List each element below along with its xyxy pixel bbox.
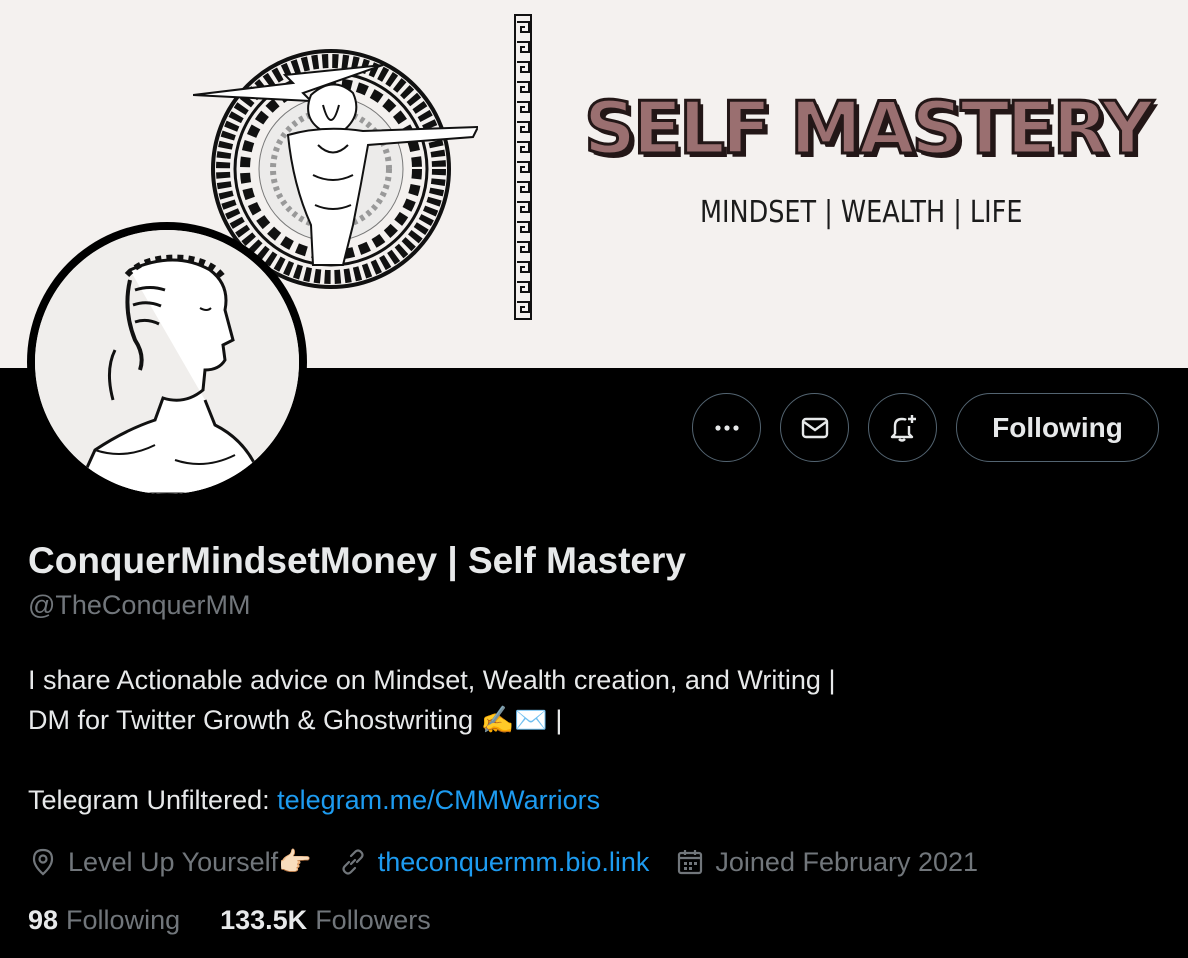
profile-meta: Level Up Yourself👉🏻 theconquermm.bio.lin… [28,842,1004,882]
calendar-icon [678,850,703,875]
bio-telegram: Telegram Unfiltered: telegram.me/CMMWarr… [28,780,1148,820]
followers-stat[interactable]: 133.5K Followers [220,905,431,936]
link-icon [342,849,364,875]
bio: I share Actionable advice on Mindset, We… [28,660,1148,820]
following-button[interactable]: Following [956,393,1159,462]
follow-stats: 98 Following 133.5K Followers [28,905,471,936]
telegram-link[interactable]: telegram.me/CMMWarriors [277,785,600,815]
user-handle: @TheConquerMM [28,590,251,620]
profile-actions: Following [0,393,1188,465]
followers-label: Followers [315,905,431,935]
followers-count: 133.5K [220,905,308,935]
notifications-button[interactable] [868,393,937,462]
location-pin-icon [32,848,54,876]
following-label: Following [66,905,181,935]
message-button[interactable] [780,393,849,462]
joined-date: Joined February 2021 [675,847,978,878]
joined-text: Joined February 2021 [715,846,979,877]
more-button[interactable] [692,393,761,462]
bio-line: I share Actionable advice on Mindset, We… [28,665,836,695]
bio-telegram-label: Telegram Unfiltered: [28,785,278,815]
more-horizontal-icon [714,424,739,431]
bell-plus-icon [890,414,916,442]
envelope-icon [801,417,828,438]
display-name: ConquerMindsetMoney | Self Mastery [28,540,686,581]
website-link[interactable]: theconquermm.bio.link [378,847,650,878]
location-text: Level Up Yourself👉🏻 [68,847,312,877]
following-count: 98 [28,905,59,935]
following-stat[interactable]: 98 Following [28,905,180,936]
banner-title: SELF MASTERY [583,86,1155,170]
website: theconquermm.bio.link [338,847,650,878]
banner-subtitle: MINDSET | WEALTH | LIFE [700,195,1023,230]
greek-key-divider [514,14,532,320]
location: Level Up Yourself👉🏻 [28,846,312,878]
bio-line: DM for Twitter Growth & Ghostwriting ✍️✉… [28,705,563,735]
